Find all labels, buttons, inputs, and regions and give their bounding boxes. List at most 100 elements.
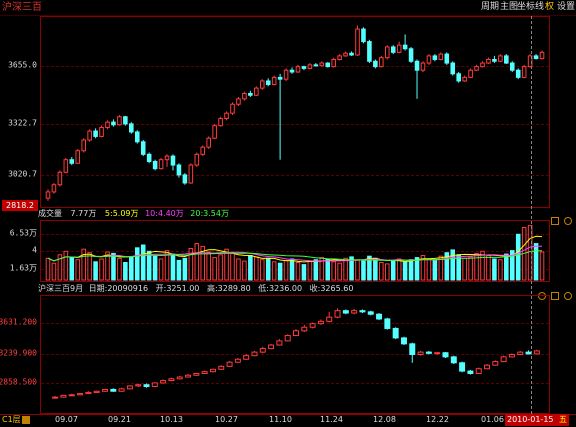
- candle-body: [301, 66, 307, 69]
- sub-close-label: 收:: [309, 284, 321, 293]
- candle-body: [52, 396, 59, 399]
- volume-bar: [87, 252, 92, 281]
- sub-y-tick: 2858.500: [0, 377, 37, 387]
- volume-bar: [355, 259, 360, 281]
- candle-body: [384, 46, 390, 59]
- candle-body: [45, 191, 51, 199]
- layer-code[interactable]: C1层: [2, 414, 21, 426]
- candle-body: [521, 66, 527, 78]
- candle-body: [500, 356, 507, 363]
- candle-body: [408, 48, 414, 62]
- candle-body: [75, 150, 81, 164]
- settings-button[interactable]: 设置: [557, 0, 575, 15]
- sub-y-tick: 3631.200: [0, 317, 37, 327]
- candle-body: [194, 153, 200, 166]
- candle-body: [400, 337, 407, 345]
- zoom-icon[interactable]: [564, 217, 573, 225]
- candle-body: [309, 323, 316, 328]
- scroll-left-icon[interactable]: [22, 416, 30, 424]
- candle-body: [105, 121, 110, 128]
- candle-body: [417, 351, 424, 356]
- maximize-icon[interactable]: [551, 217, 559, 225]
- candle-body: [206, 137, 211, 148]
- candle-body: [68, 394, 75, 397]
- candle-body: [193, 372, 200, 376]
- instrument-title[interactable]: 沪深三百: [2, 0, 42, 15]
- candle-body: [251, 351, 258, 357]
- sub-open-label: 开:: [155, 284, 167, 293]
- candle-body: [77, 393, 84, 396]
- main-candlestick-chart[interactable]: [41, 17, 549, 207]
- volume-bar: [331, 261, 336, 281]
- volume-bar: [170, 253, 176, 281]
- sub-chart-legend: 沪深三百9月 日期:20090916 开:3251.00 高:3289.80 低…: [38, 283, 353, 295]
- candle-body: [99, 126, 104, 137]
- volume-bar: [218, 254, 223, 281]
- candle-body: [492, 361, 499, 366]
- sub-chart-panel[interactable]: [40, 295, 550, 414]
- maximize-icon[interactable]: [551, 292, 560, 300]
- volume-ma10: 10:4.40万: [145, 209, 184, 218]
- volume-bar: [182, 257, 188, 281]
- candle-body: [438, 53, 444, 60]
- candle-body: [209, 368, 216, 373]
- volume-y-tick: 4: [32, 245, 37, 255]
- volume-bar: [414, 257, 420, 281]
- rights-button[interactable]: 权: [545, 0, 554, 15]
- candle-body: [450, 62, 456, 75]
- candle-body: [140, 141, 146, 155]
- volume-bar: [373, 257, 378, 281]
- cursor-date-badge: 2010-01-15 五: [505, 414, 570, 426]
- volume-bar: [384, 263, 390, 281]
- volume-bar: [379, 262, 384, 281]
- volume-bar: [254, 256, 259, 281]
- candle-body: [367, 311, 374, 315]
- x-tick: 10.13: [160, 415, 183, 424]
- volume-bar: [140, 244, 146, 281]
- candle-body: [146, 153, 152, 162]
- candle-body: [414, 60, 420, 71]
- volume-panel[interactable]: [40, 220, 550, 282]
- sub-date-label: 日期:: [88, 284, 108, 293]
- x-tick: 12.22: [426, 415, 449, 424]
- volume-bar: [289, 258, 295, 281]
- candle-body: [319, 62, 325, 67]
- main-price-panel[interactable]: [40, 16, 550, 208]
- candle-body: [492, 58, 497, 62]
- candle-body: [498, 55, 503, 62]
- candle-body: [396, 44, 402, 53]
- candle-body: [85, 391, 92, 395]
- candle-body: [182, 174, 188, 184]
- candle-body: [337, 55, 342, 60]
- candle-body: [185, 374, 192, 378]
- candle-body: [212, 125, 217, 139]
- volume-bar: [176, 259, 182, 281]
- candle-body: [93, 130, 98, 137]
- zoom-icon[interactable]: [564, 292, 573, 300]
- candle-body: [474, 66, 479, 71]
- coordinate-line-button[interactable]: 坐标线: [517, 0, 544, 15]
- candle-body: [342, 310, 349, 314]
- volume-bar: [462, 257, 467, 281]
- period-button[interactable]: 周期: [481, 0, 499, 15]
- sub-open: 3251.00: [166, 284, 200, 293]
- main-chart-button[interactable]: 主图: [500, 0, 518, 15]
- main-y-tick: 3322.7: [8, 118, 37, 128]
- candle-body: [164, 155, 170, 161]
- x-tick: 12.08: [373, 415, 396, 424]
- sub-candlestick-chart[interactable]: [41, 296, 549, 413]
- candle-body: [101, 388, 108, 392]
- main-y-tick: 3655.0: [8, 60, 37, 70]
- sub-high-label: 高:: [206, 284, 218, 293]
- volume-bar: [515, 233, 521, 281]
- candle-body: [271, 76, 277, 86]
- candle-body: [376, 313, 383, 320]
- candle-body: [200, 146, 206, 155]
- volume-bar-chart[interactable]: [41, 221, 549, 281]
- candle-body: [254, 87, 259, 96]
- volume-bar: [390, 259, 396, 281]
- candle-body: [151, 382, 158, 387]
- volume-bar: [51, 262, 57, 281]
- candle-body: [87, 130, 92, 141]
- volume-bar: [45, 257, 51, 281]
